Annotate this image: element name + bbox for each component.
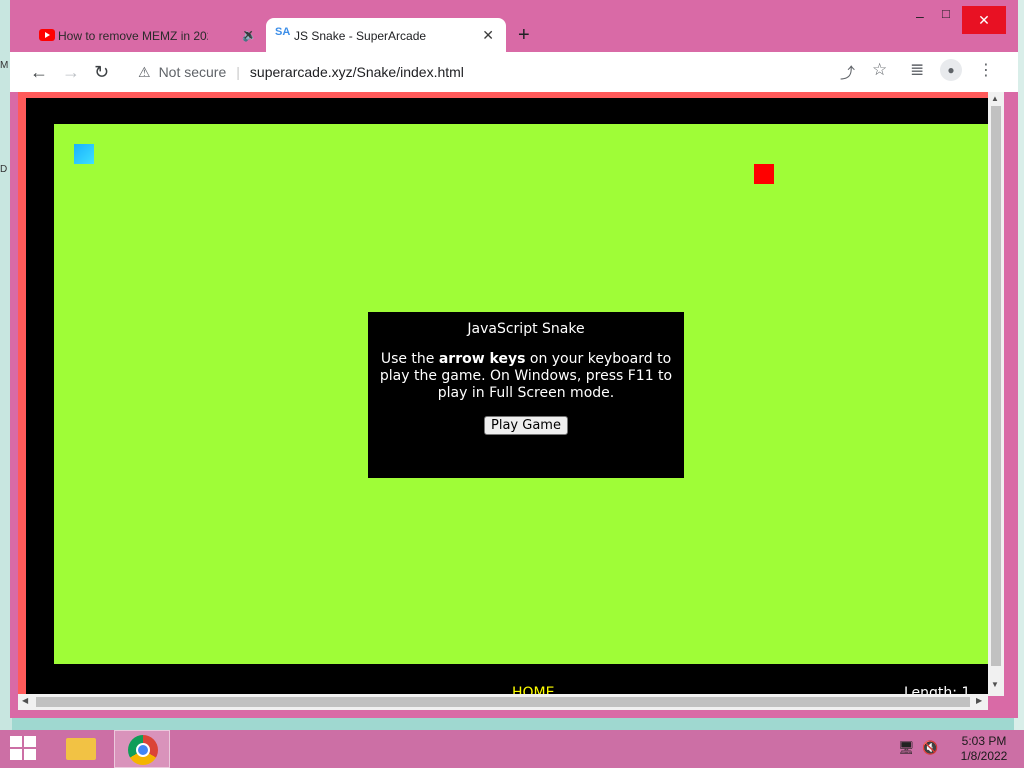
system-clock[interactable]: 5:03 PM 1/8/2022: [954, 734, 1014, 764]
new-tab-button[interactable]: +: [518, 24, 530, 47]
browser-toolbar: ← → ↻ ⚠ Not secure | superarcade.xyz/Sna…: [10, 52, 1018, 92]
profile-icon[interactable]: ●: [940, 59, 962, 81]
folder-icon: [66, 738, 96, 760]
welcome-dialog: JavaScript Snake Use the arrow keys on y…: [368, 312, 684, 478]
tab-snake[interactable]: SA JS Snake - SuperArcade ✕: [266, 18, 506, 54]
dialog-instructions: Use the arrow keys on your keyboard to p…: [379, 351, 673, 401]
desktop-icon-label[interactable]: D: [0, 164, 7, 175]
superarcade-icon: SA: [275, 26, 291, 38]
snake-head: [74, 144, 94, 164]
chrome-icon: [128, 735, 158, 765]
clock-date: 1/8/2022: [960, 749, 1008, 763]
omnibox-separator: |: [236, 64, 240, 80]
reload-button[interactable]: ↻: [94, 62, 109, 83]
scroll-down-icon[interactable]: ▼: [991, 680, 999, 689]
windows-start-icon[interactable]: [10, 736, 38, 762]
taskbar-file-explorer[interactable]: [52, 730, 108, 768]
clock-time: 5:03 PM: [961, 734, 1007, 748]
scroll-right-icon[interactable]: ▶: [976, 696, 982, 705]
game-board[interactable]: JavaScript Snake Use the arrow keys on y…: [54, 124, 994, 664]
horizontal-scroll-thumb[interactable]: [36, 697, 970, 707]
tab-strip: How to remove MEMZ in 2022 🔈 ✕ SA JS Sna…: [10, 0, 1018, 54]
tab-youtube[interactable]: How to remove MEMZ in 2022 🔈 ✕: [30, 18, 266, 54]
warning-icon[interactable]: ⚠: [138, 64, 151, 81]
maximize-button[interactable]: □: [942, 6, 950, 21]
play-game-button[interactable]: Play Game: [484, 416, 568, 435]
share-icon[interactable]: ⤴: [840, 62, 855, 83]
network-icon[interactable]: 🖥: [898, 740, 915, 756]
reading-list-icon[interactable]: ≣: [910, 60, 924, 80]
tab-close-icon[interactable]: ✕: [242, 27, 254, 44]
bookmark-star-icon[interactable]: ☆: [872, 60, 887, 80]
page-viewport: JavaScript Snake Use the arrow keys on y…: [18, 92, 1004, 701]
tab-close-icon[interactable]: ✕: [482, 27, 494, 44]
taskbar: 🖥 🔇 5:03 PM 1/8/2022: [0, 730, 1024, 768]
snake-food: [754, 164, 774, 184]
minimize-button[interactable]: –: [916, 8, 924, 24]
scroll-left-icon[interactable]: ◀: [22, 696, 28, 705]
tab-title: How to remove MEMZ in 2022: [58, 29, 208, 43]
scroll-up-icon[interactable]: ▲: [991, 94, 999, 103]
dialog-instructions-bold: arrow keys: [438, 351, 526, 367]
game-container: JavaScript Snake Use the arrow keys on y…: [26, 98, 994, 701]
youtube-icon: [39, 29, 55, 41]
vertical-scroll-thumb[interactable]: [991, 106, 1001, 666]
game-footer: HOME Length: 1: [54, 664, 994, 701]
url-text[interactable]: superarcade.xyz/Snake/index.html: [250, 64, 464, 80]
back-button[interactable]: ←: [30, 62, 48, 83]
desktop-icon-label[interactable]: M: [0, 60, 8, 71]
menu-icon[interactable]: ⋮: [978, 60, 994, 80]
security-label[interactable]: Not secure: [159, 64, 227, 80]
browser-window: How to remove MEMZ in 2022 🔈 ✕ SA JS Sna…: [10, 0, 1018, 718]
dialog-title: JavaScript Snake: [467, 321, 585, 337]
horizontal-scrollbar[interactable]: ◀ ▶: [18, 694, 988, 710]
close-window-button[interactable]: ✕: [962, 6, 1006, 34]
tab-title: JS Snake - SuperArcade: [294, 29, 427, 43]
volume-muted-icon[interactable]: 🔇: [922, 740, 938, 756]
forward-button[interactable]: →: [62, 62, 80, 83]
vertical-scrollbar[interactable]: ▲ ▼: [988, 92, 1004, 696]
taskbar-chrome[interactable]: [114, 730, 170, 768]
